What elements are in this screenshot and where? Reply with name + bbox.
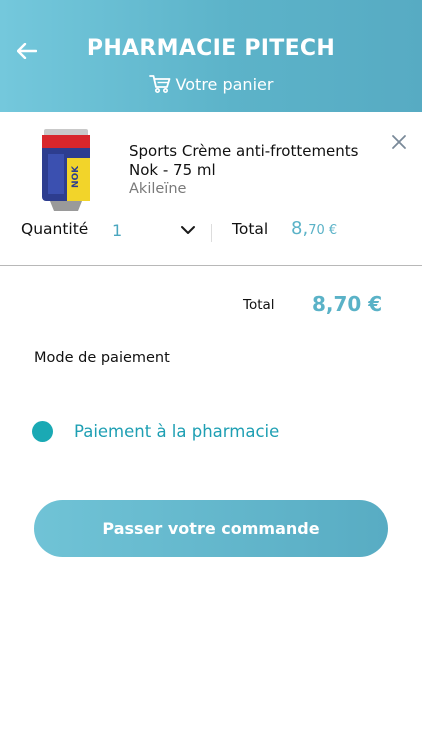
remove-item-button[interactable] (388, 131, 410, 153)
item-total-value: 8,70 € (291, 218, 337, 239)
item-total-cents: 70 € (308, 223, 338, 238)
divider (211, 224, 212, 242)
close-icon (392, 135, 406, 149)
product-image-label: NOK (71, 165, 81, 188)
item-total-label: Total (232, 220, 269, 238)
order-total-label: Total (243, 297, 275, 313)
quantity-value: 1 (112, 220, 123, 240)
product-name: Sports Crème anti-frottements Nok - 75 m… (129, 142, 359, 179)
product-image: NOK (42, 129, 90, 211)
page-title: PHARMACIE PITECH (86, 36, 336, 61)
place-order-label: Passer votre commande (102, 519, 320, 538)
app-header: PHARMACIE PITECH Votre panier (0, 0, 422, 112)
item-total-main: 8, (291, 218, 309, 239)
quantity-select[interactable]: 1 (112, 216, 196, 244)
chevron-down-icon (181, 226, 195, 234)
quantity-label: Quantité (21, 220, 89, 238)
cart-subtitle: Votre panier (0, 74, 422, 94)
cart-item: NOK Sports Crème anti-frottements Nok - … (0, 112, 422, 266)
cart-subtitle-label: Votre panier (175, 74, 274, 94)
order-total-value: 8,70 € (312, 292, 383, 316)
product-brand: Akileïne (129, 181, 187, 197)
radio-selected-icon[interactable] (32, 420, 53, 442)
cart-icon (148, 75, 170, 94)
payment-option-label: Paiement à la pharmacie (74, 421, 280, 441)
payment-option-pharmacy[interactable]: Paiement à la pharmacie (32, 418, 279, 444)
payment-mode-title: Mode de paiement (34, 350, 170, 366)
place-order-button[interactable]: Passer votre commande (34, 500, 388, 557)
